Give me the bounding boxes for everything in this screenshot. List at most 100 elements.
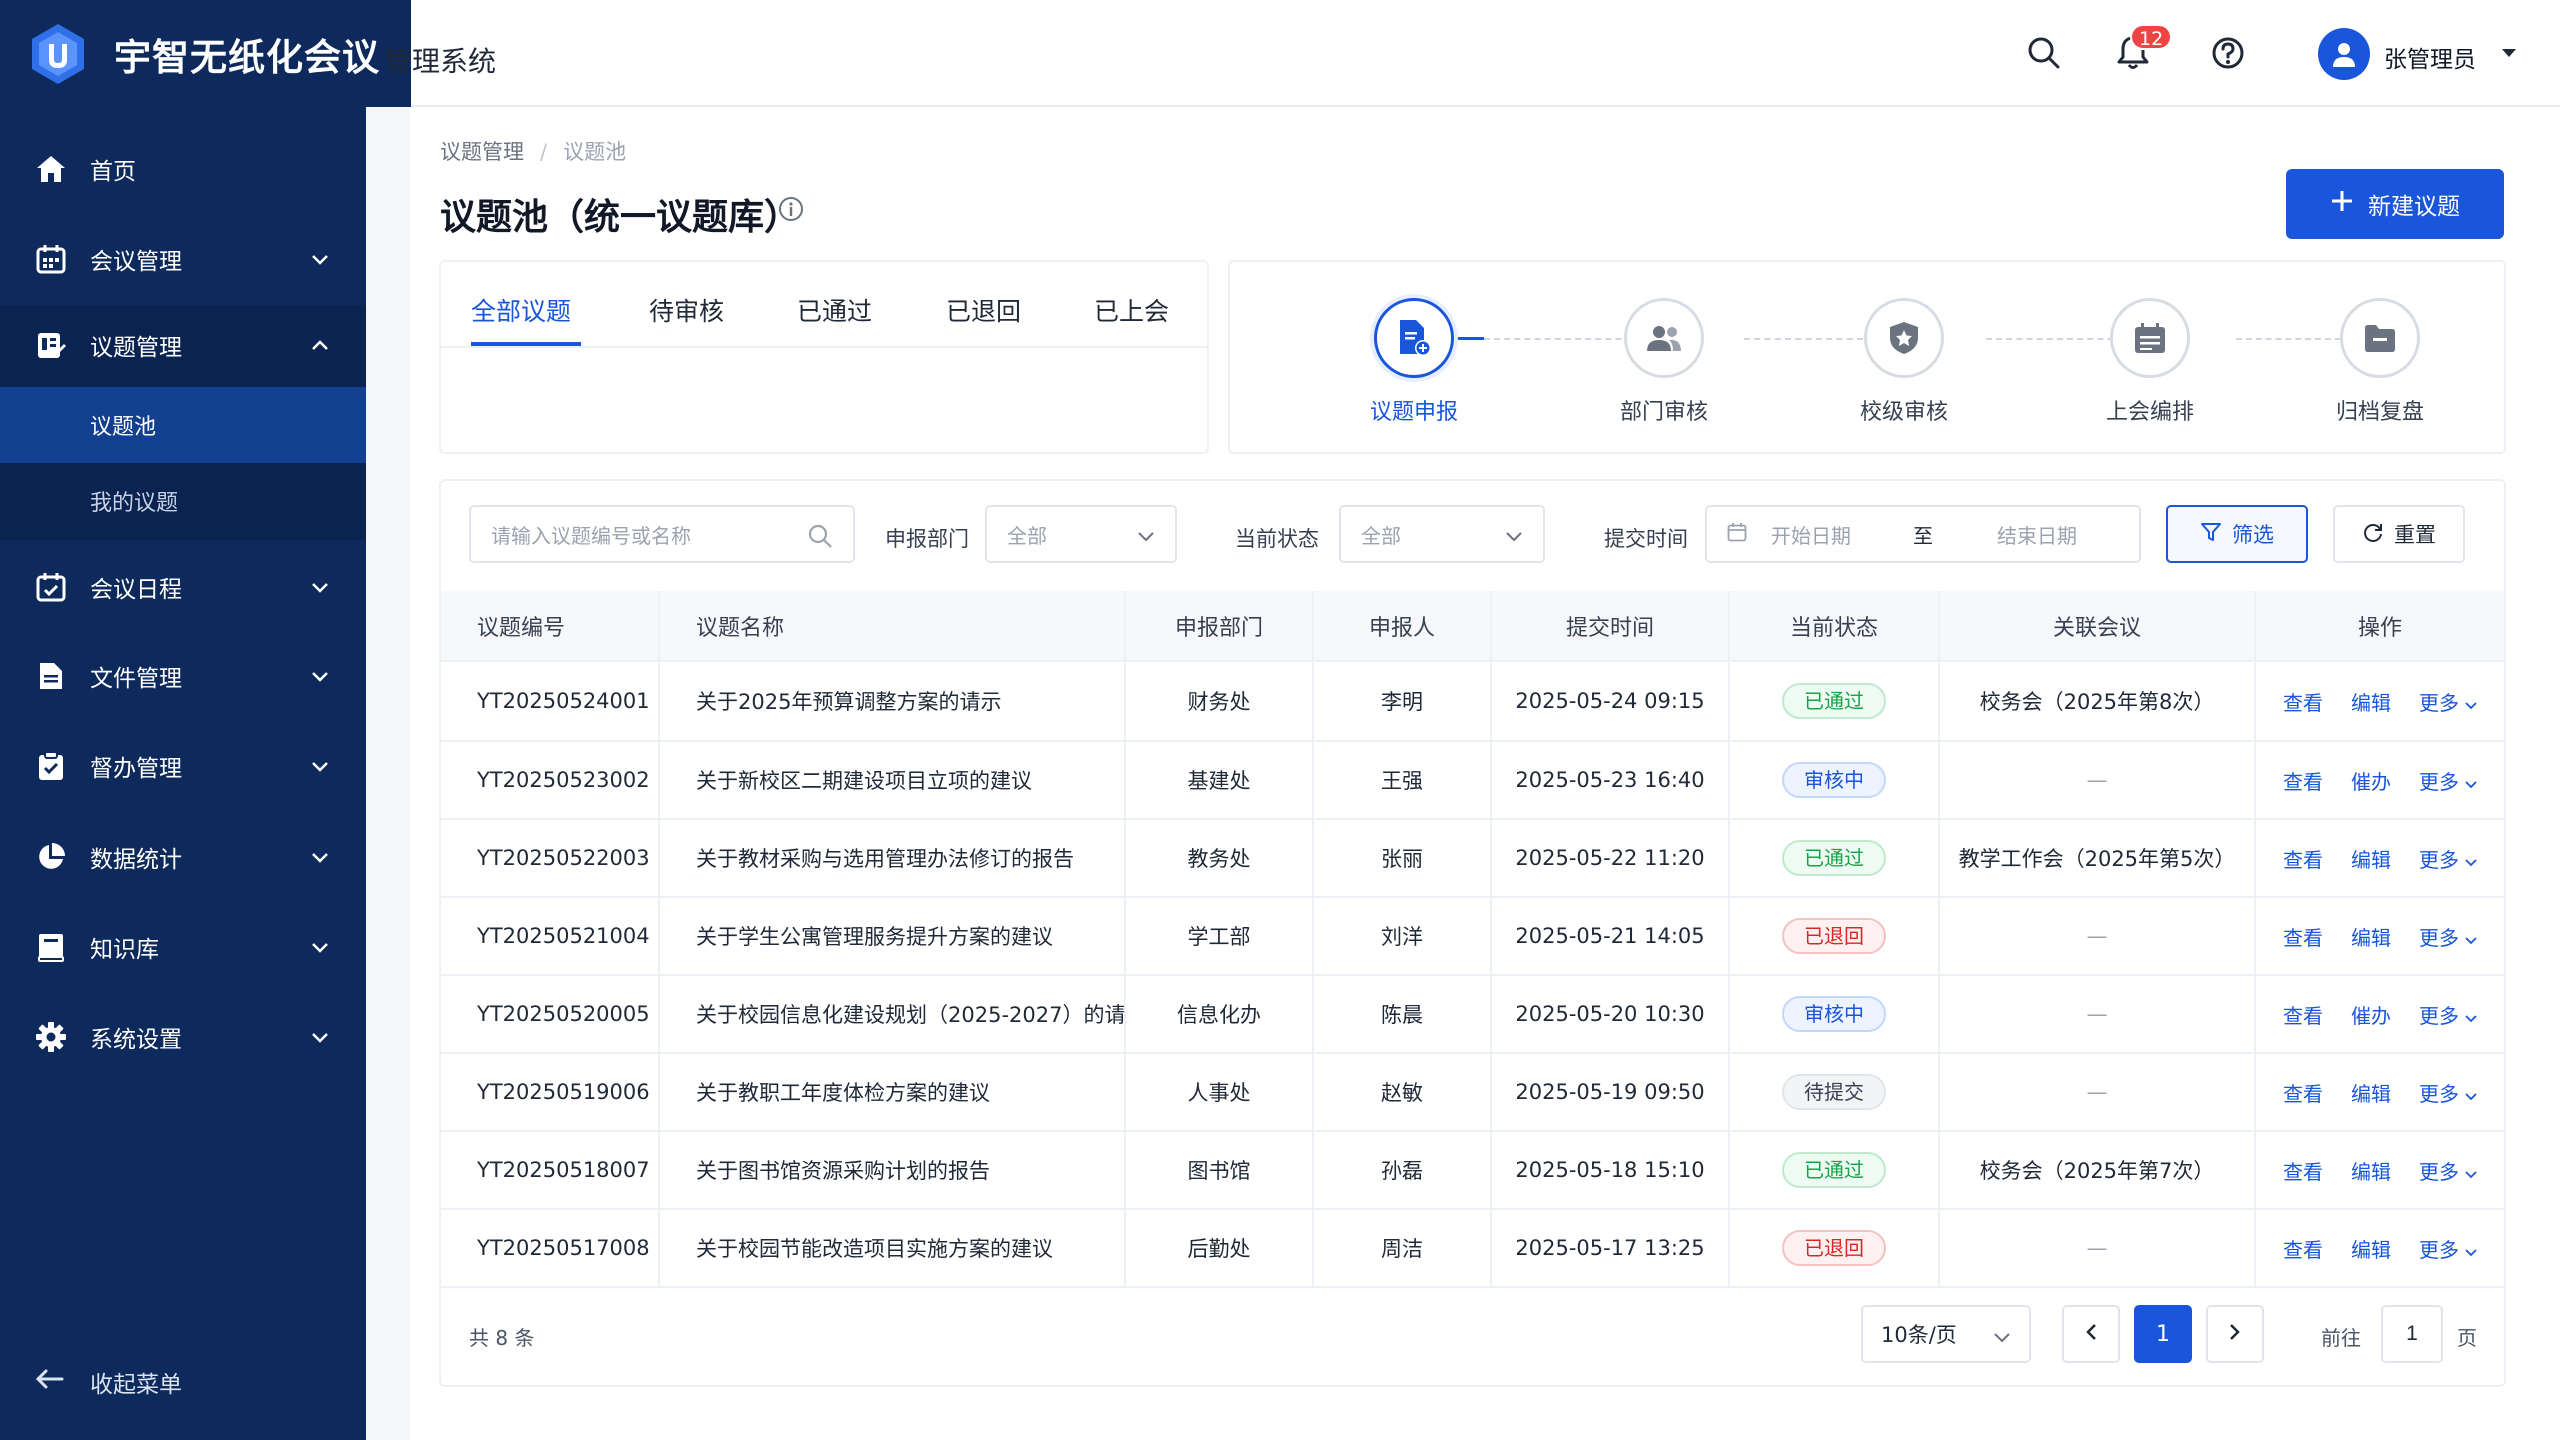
edit-link[interactable]: 编辑 (2351, 922, 2391, 951)
status-cell: 已退回 (1729, 897, 1940, 976)
new-topic-button[interactable]: 新建议题 (2286, 169, 2504, 239)
more-dropdown[interactable]: 更多 (2419, 844, 2477, 873)
breadcrumb-parent[interactable]: 议题管理 (440, 140, 524, 164)
sidebar-item-supervision[interactable]: 督办管理 (0, 726, 366, 806)
topic-name-cell[interactable]: 关于新校区二期建设项目立项的建议 (659, 741, 1126, 820)
actions-cell: 查看 催办 更多 (2255, 741, 2504, 820)
collapse-menu-button[interactable]: 收起菜单 (0, 1352, 366, 1412)
prev-page-button[interactable] (2062, 1305, 2120, 1363)
urge-link[interactable]: 催办 (2351, 1000, 2391, 1029)
view-link[interactable]: 查看 (2283, 687, 2323, 716)
topic-id-cell: YT20250520005 (441, 975, 660, 1054)
filter-button[interactable]: 筛选 (2166, 505, 2308, 563)
more-dropdown[interactable]: 更多 (2419, 1234, 2477, 1263)
topic-name-cell[interactable]: 关于教职工年度体检方案的建议 (659, 1053, 1126, 1132)
submit-time-cell: 2025-05-18 15:10 (1491, 1131, 1730, 1210)
more-dropdown[interactable]: 更多 (2419, 922, 2477, 951)
pie-chart-icon (34, 840, 68, 874)
caret-down-icon[interactable] (2500, 44, 2518, 63)
sidebar-item-schedule[interactable]: 会议日程 (0, 547, 366, 627)
date-range-picker[interactable]: 开始日期 至 结束日期 (1705, 505, 2141, 563)
tab-pending[interactable]: 待审核 (649, 292, 724, 328)
sidebar-item-home[interactable]: 首页 (0, 129, 366, 209)
table-row[interactable]: YT20250518007 关于图书馆资源采购计划的报告 图书馆 孙磊 2025-05-… (441, 1131, 2504, 1210)
action-label: 查看 (2283, 1237, 2323, 1262)
submit-time-cell: 2025-05-21 14:05 (1491, 897, 1730, 976)
more-dropdown[interactable]: 更多 (2419, 1078, 2477, 1107)
end-date-input[interactable]: 结束日期 (1997, 520, 2077, 549)
department-cell: 图书馆 (1125, 1131, 1314, 1210)
tab-all[interactable]: 全部议题 (471, 292, 571, 328)
sidebar-item-knowledge[interactable]: 知识库 (0, 907, 366, 987)
status-cell: 已退回 (1729, 1209, 1940, 1288)
sidebar-item-meetings[interactable]: 会议管理 (0, 219, 366, 299)
edit-link[interactable]: 编辑 (2351, 687, 2391, 716)
sidebar-item-settings[interactable]: 系统设置 (0, 997, 366, 1077)
more-dropdown[interactable]: 更多 (2419, 1000, 2477, 1029)
edit-link[interactable]: 编辑 (2351, 1156, 2391, 1185)
action-label: 编辑 (2351, 847, 2391, 872)
step-archive-icon[interactable] (2340, 298, 2420, 378)
urge-link[interactable]: 催办 (2351, 766, 2391, 795)
chevron-right-icon (2229, 1322, 2241, 1347)
user-name[interactable]: 张管理员 (2384, 40, 2476, 74)
edit-link[interactable]: 编辑 (2351, 1234, 2391, 1263)
more-dropdown[interactable]: 更多 (2419, 766, 2477, 795)
topic-name-cell[interactable]: 关于图书馆资源采购计划的报告 (659, 1131, 1126, 1210)
topic-id-cell: YT20250519006 (441, 1053, 660, 1132)
page-button-current[interactable]: 1 (2134, 1305, 2192, 1363)
topic-name-cell[interactable]: 关于校园节能改造项目实施方案的建议 (659, 1209, 1126, 1288)
dept-select[interactable]: 全部 (985, 505, 1177, 563)
table-row[interactable]: YT20250522003 关于教材采购与选用管理办法修订的报告 教务处 张丽 2025… (441, 819, 2504, 898)
topic-name-cell[interactable]: 关于2025年预算调整方案的请示 (659, 661, 1126, 742)
view-link[interactable]: 查看 (2283, 844, 2323, 873)
step-meeting-schedule-icon[interactable] (2110, 298, 2190, 378)
sidebar-subitem-topic-pool[interactable]: 议题池 (0, 387, 366, 463)
next-page-button[interactable] (2206, 1305, 2264, 1363)
action-label: 查看 (2283, 690, 2323, 715)
info-icon[interactable] (778, 196, 804, 226)
sidebar-item-topics[interactable]: 议题管理 (0, 305, 366, 385)
more-dropdown[interactable]: 更多 (2419, 687, 2477, 716)
table-row[interactable]: YT20250521004 关于学生公寓管理服务提升方案的建议 学工部 刘洋 2025-… (441, 897, 2504, 976)
view-link[interactable]: 查看 (2283, 1078, 2323, 1107)
help-icon[interactable] (2205, 30, 2251, 76)
sidebar-subitem-my-topics[interactable]: 我的议题 (0, 463, 366, 539)
edit-link[interactable]: 编辑 (2351, 1078, 2391, 1107)
start-date-input[interactable]: 开始日期 (1771, 520, 1851, 549)
view-link[interactable]: 查看 (2283, 1000, 2323, 1029)
search-input[interactable]: 请输入议题编号或名称 (469, 505, 855, 563)
page-size-select[interactable]: 10条/页 (1861, 1305, 2031, 1363)
table-row[interactable]: YT20250519006 关于教职工年度体检方案的建议 人事处 赵敏 2025-05-… (441, 1053, 2504, 1132)
edit-link[interactable]: 编辑 (2351, 844, 2391, 873)
more-dropdown[interactable]: 更多 (2419, 1156, 2477, 1185)
status-select[interactable]: 全部 (1339, 505, 1545, 563)
actions-cell: 查看 编辑 更多 (2255, 1053, 2504, 1132)
tab-scheduled[interactable]: 已上会 (1094, 292, 1169, 328)
tab-passed[interactable]: 已通过 (797, 292, 872, 328)
step-submit-icon[interactable] (1374, 298, 1454, 378)
table-row[interactable]: YT20250517008 关于校园节能改造项目实施方案的建议 后勤处 周洁 2025-… (441, 1209, 2504, 1288)
reset-button[interactable]: 重置 (2333, 505, 2465, 563)
view-link[interactable]: 查看 (2283, 1234, 2323, 1263)
table-row[interactable]: YT20250520005 关于校园信息化建设规划（2025-2027）的请示 信息… (441, 975, 2504, 1054)
sidebar-item-files[interactable]: 文件管理 (0, 636, 366, 716)
tab-returned[interactable]: 已退回 (946, 292, 1021, 328)
step-school-review-icon[interactable] (1864, 298, 1944, 378)
search-icon[interactable] (2021, 30, 2067, 76)
avatar[interactable] (2318, 28, 2370, 80)
view-link[interactable]: 查看 (2283, 1156, 2323, 1185)
topic-name-cell[interactable]: 关于学生公寓管理服务提升方案的建议 (659, 897, 1126, 976)
related-meeting-cell: 校务会（2025年第7次） (1939, 1131, 2256, 1210)
goto-page-input[interactable] (2381, 1305, 2443, 1363)
status-badge: 已通过 (1782, 1152, 1886, 1188)
step-department-review-icon[interactable] (1624, 298, 1704, 378)
table-row[interactable]: YT20250524001 关于2025年预算调整方案的请示 财务处 李明 2025-0… (441, 661, 2504, 742)
topic-name-cell[interactable]: 关于校园信息化建设规划（2025-2027）的请示 (659, 975, 1126, 1054)
action-label: 编辑 (2351, 1159, 2391, 1184)
view-link[interactable]: 查看 (2283, 922, 2323, 951)
table-row[interactable]: YT20250523002 关于新校区二期建设项目立项的建议 基建处 王强 2025-0… (441, 741, 2504, 820)
topic-name-cell[interactable]: 关于教材采购与选用管理办法修订的报告 (659, 819, 1126, 898)
sidebar-item-statistics[interactable]: 数据统计 (0, 817, 366, 897)
view-link[interactable]: 查看 (2283, 766, 2323, 795)
